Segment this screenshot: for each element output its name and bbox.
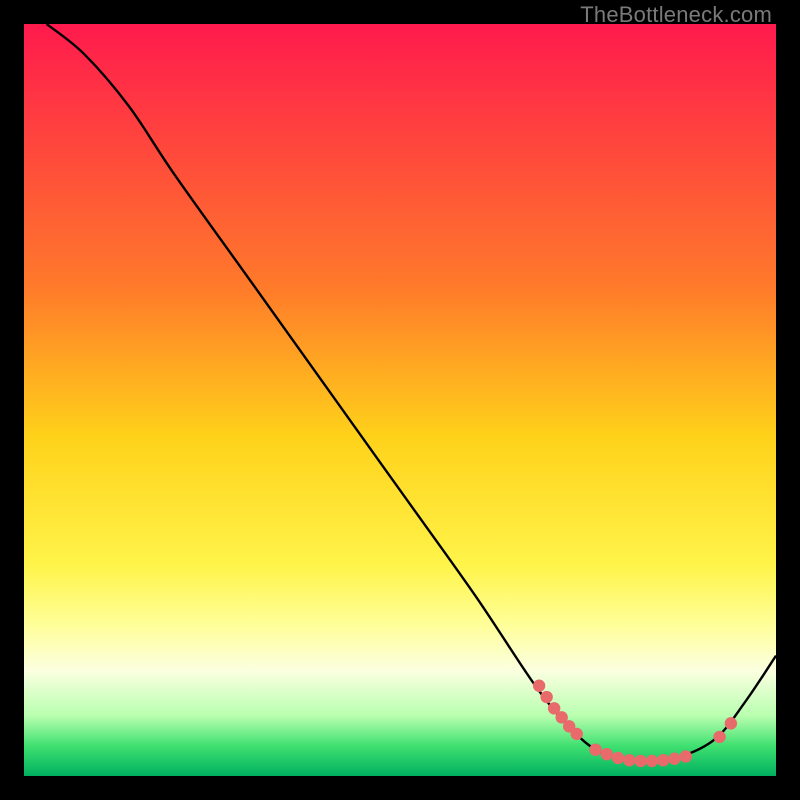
- data-marker: [680, 750, 692, 762]
- data-marker: [571, 728, 583, 740]
- data-marker: [540, 691, 552, 703]
- data-marker: [657, 754, 669, 766]
- data-marker: [612, 752, 624, 764]
- data-marker: [533, 680, 545, 692]
- data-marker: [668, 753, 680, 765]
- chart-frame: [24, 24, 776, 776]
- data-marker: [713, 731, 725, 743]
- data-marker: [634, 755, 646, 767]
- data-marker: [646, 755, 658, 767]
- data-marker: [623, 754, 635, 766]
- chart-plot: [24, 24, 776, 776]
- data-marker: [725, 717, 737, 729]
- data-marker: [601, 748, 613, 760]
- data-marker: [589, 743, 601, 755]
- gradient-background: [24, 24, 776, 776]
